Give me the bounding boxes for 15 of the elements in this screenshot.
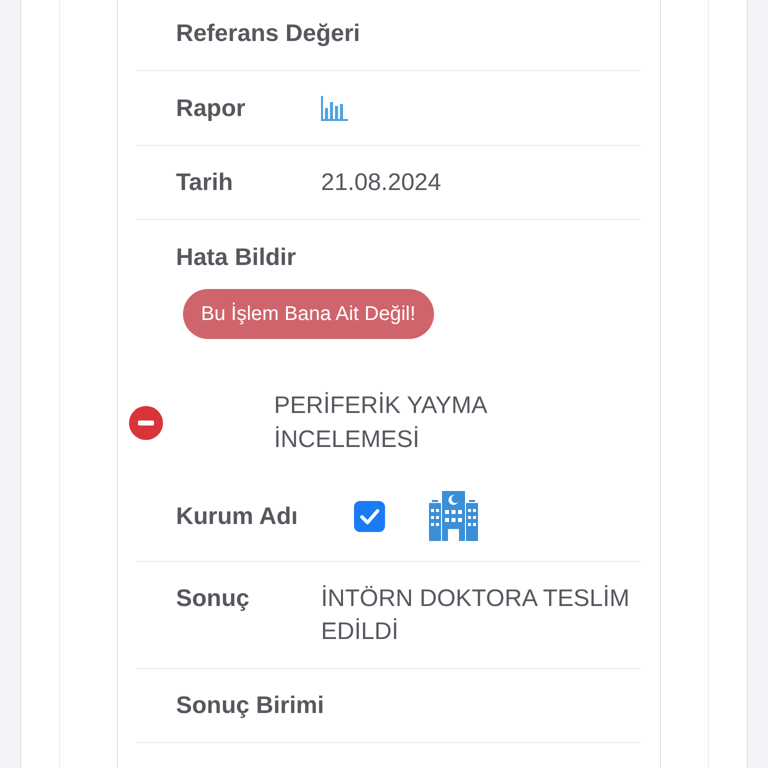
hospital-building-icon	[429, 491, 478, 542]
field-label: Rapor	[176, 94, 246, 124]
field-label: Sonuç	[176, 584, 250, 614]
field-value: 21.08.2024	[321, 168, 442, 198]
field-label: Referans Değeri	[176, 19, 360, 49]
bar-chart-icon[interactable]	[321, 96, 348, 122]
field-label: Tarih	[176, 168, 234, 198]
field-label: Hata Bildir	[176, 243, 298, 274]
field-label: Sonuç Birimi	[176, 691, 324, 722]
checkbox[interactable]	[354, 500, 385, 532]
collapse-icon[interactable]	[129, 406, 163, 440]
field-value: İNTÖRN DOKTORA TESLİM EDİLDİ	[321, 584, 630, 648]
report-error-button[interactable]: Bu İşlem Bana Ait Değil!	[183, 289, 434, 340]
field-label: Kurum Adı	[176, 502, 299, 532]
test-name: PERİFERİK YAYMA İNCELEMESİ	[274, 391, 488, 456]
